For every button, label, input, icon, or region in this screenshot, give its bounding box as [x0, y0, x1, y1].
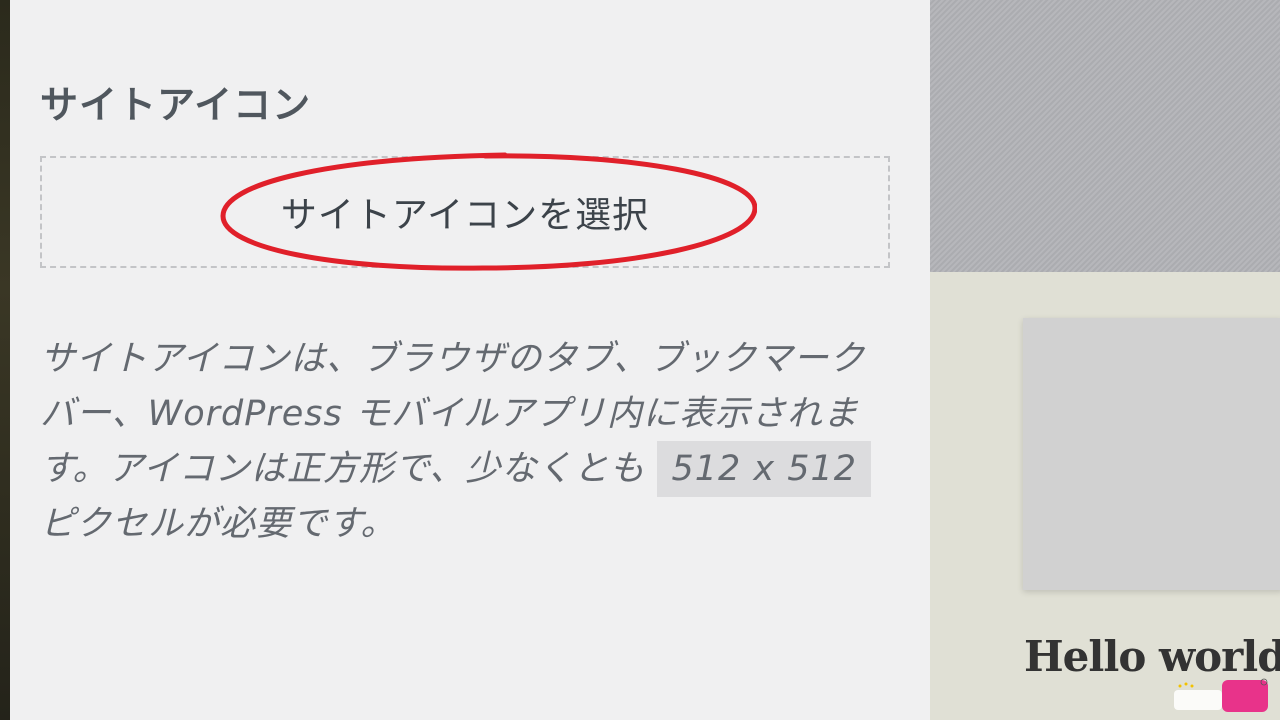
background-edge [0, 0, 10, 720]
select-site-icon-label: サイトアイコンを選択 [280, 194, 650, 235]
icon-size-code: 512 x 512 [657, 441, 872, 497]
preview-post-title: Hello world [1024, 632, 1280, 681]
site-preview: Hello world [930, 0, 1280, 720]
section-title: サイトアイコン [40, 83, 312, 127]
watermark-logo-icon [1174, 678, 1268, 712]
preview-header-image [930, 0, 1280, 272]
preview-featured-image [1023, 318, 1280, 590]
description-text-end: ピクセルが必要です。 [40, 504, 397, 544]
site-icon-description: サイトアイコンは、ブラウザのタブ、ブックマークバー、WordPress モバイル… [40, 332, 880, 552]
customizer-panel: サイトアイコン サイトアイコンを選択 サイトアイコンは、ブラウザのタブ、ブックマ… [10, 0, 930, 720]
select-site-icon-button[interactable]: サイトアイコンを選択 [40, 156, 890, 268]
